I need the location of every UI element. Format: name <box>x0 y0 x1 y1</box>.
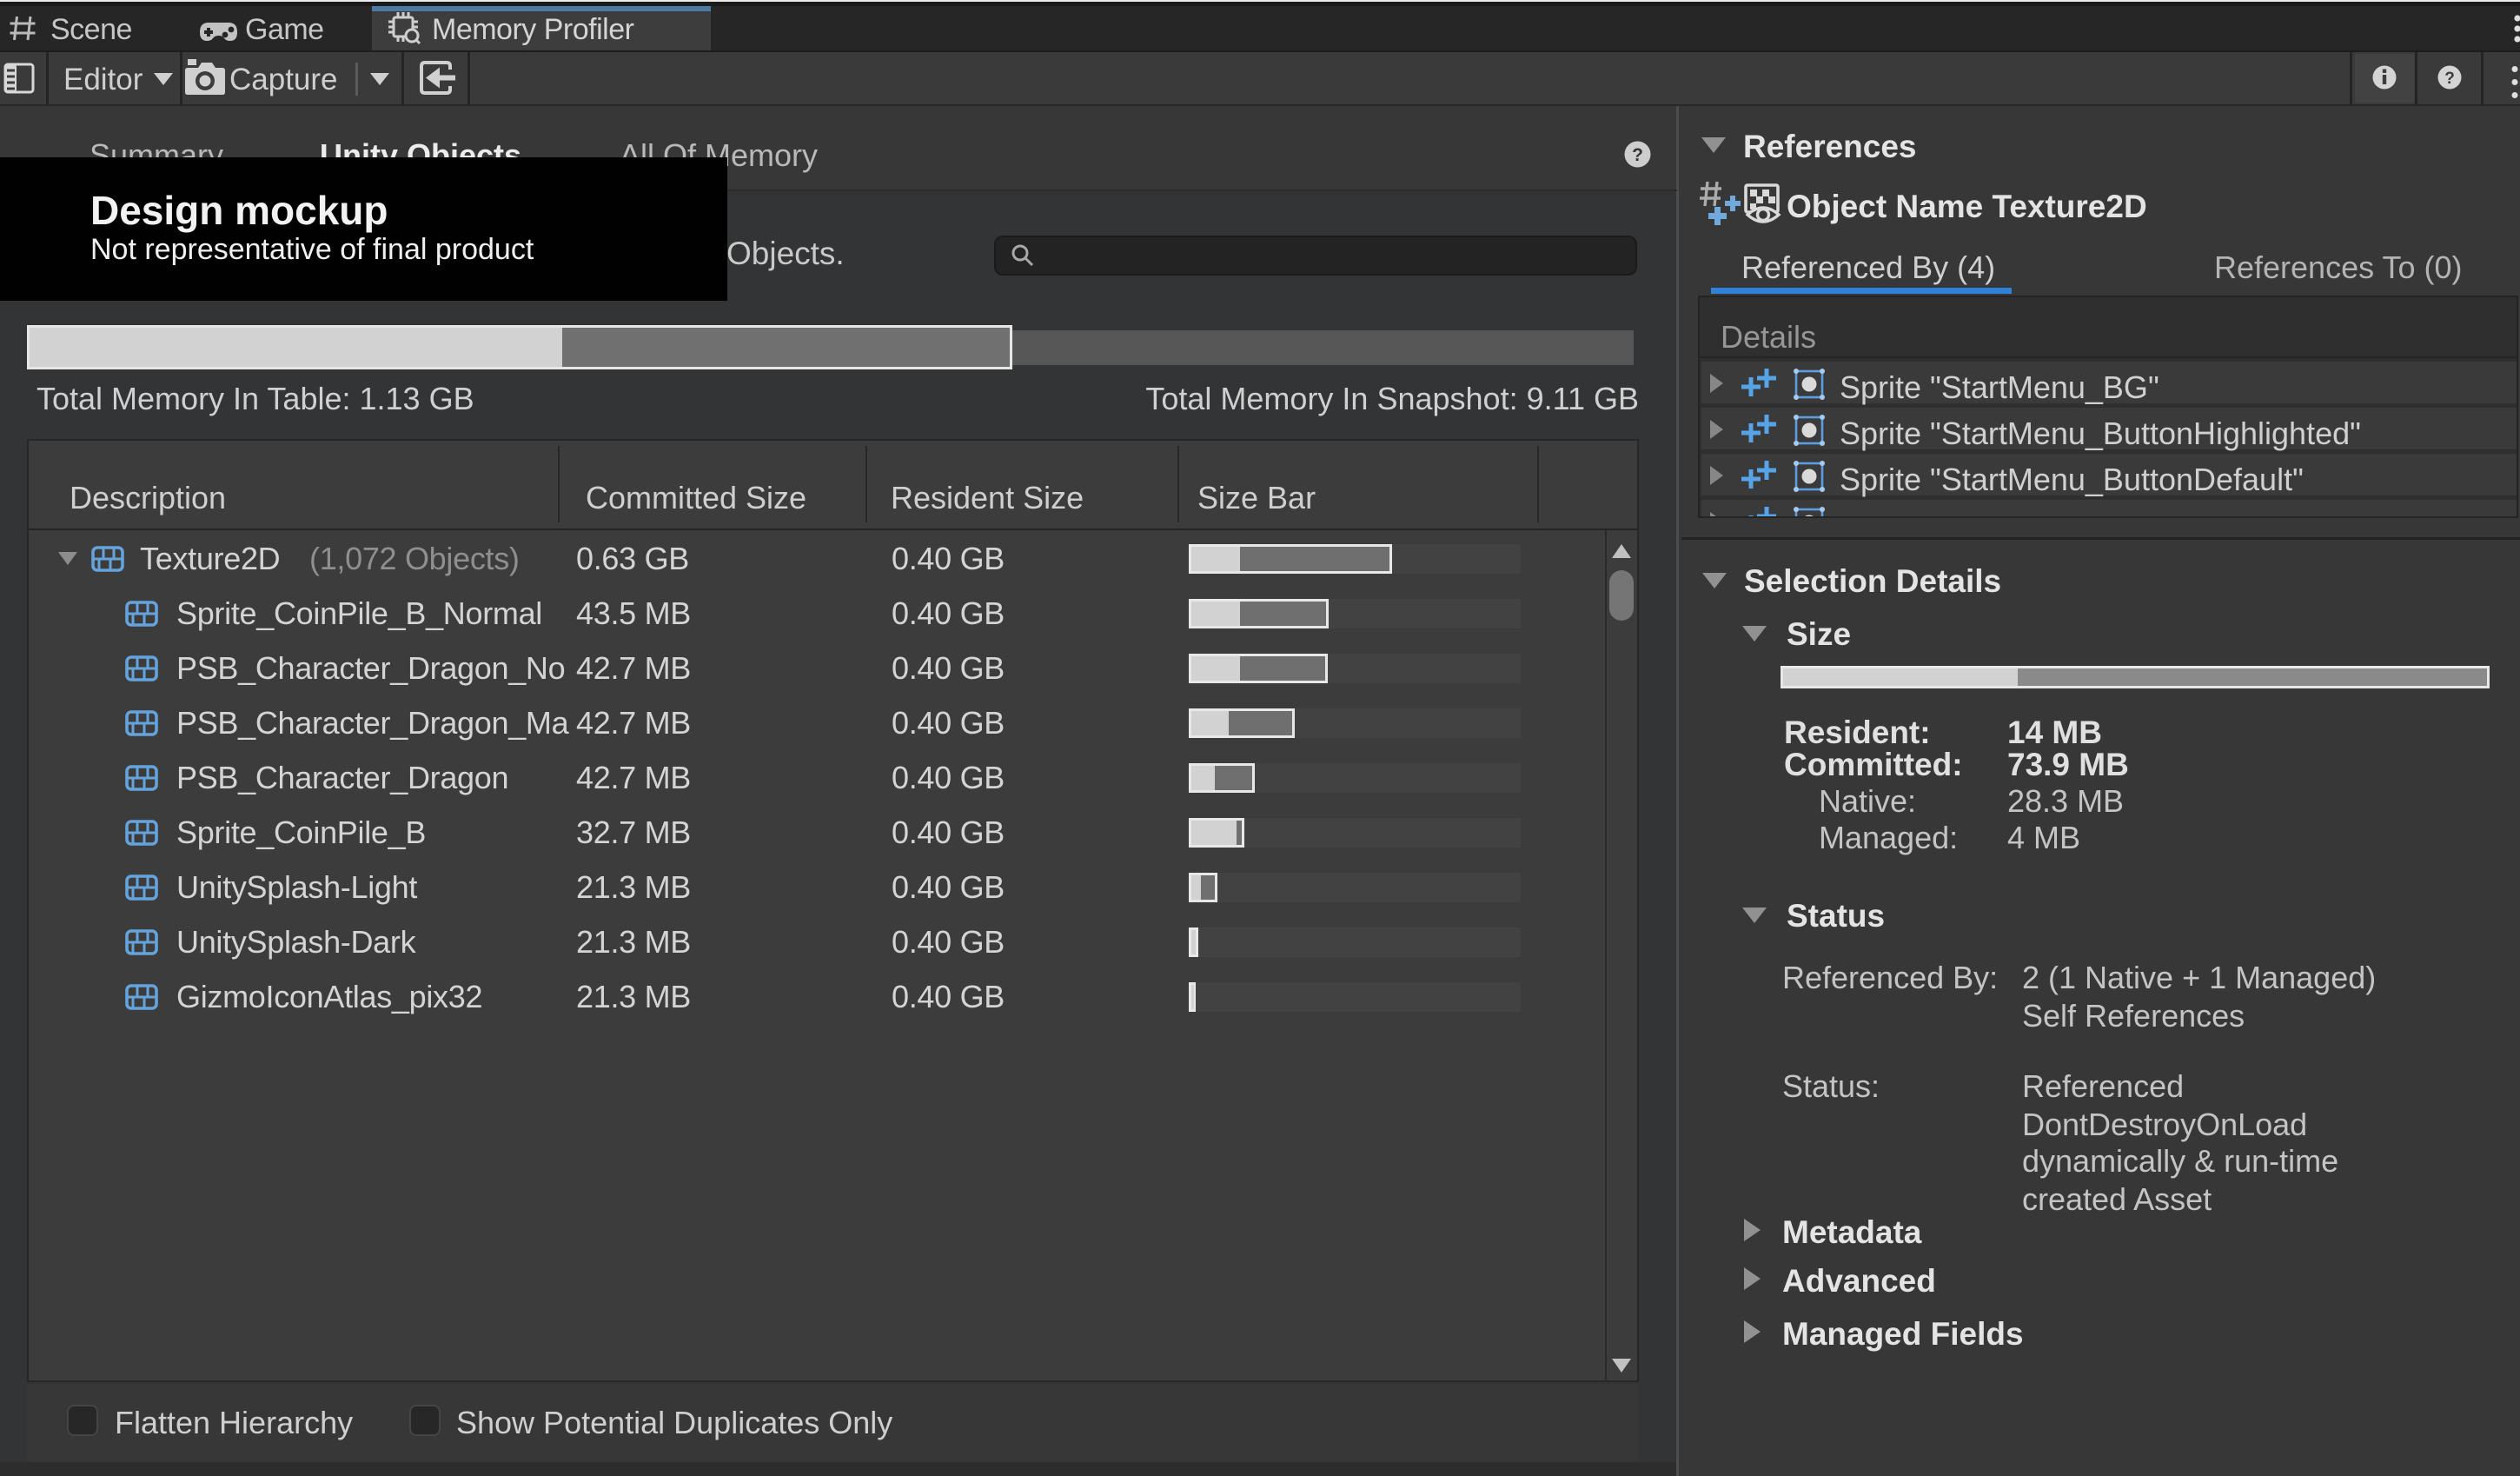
svg-text:?: ? <box>2444 70 2455 88</box>
svg-text:?: ? <box>1632 145 1643 165</box>
